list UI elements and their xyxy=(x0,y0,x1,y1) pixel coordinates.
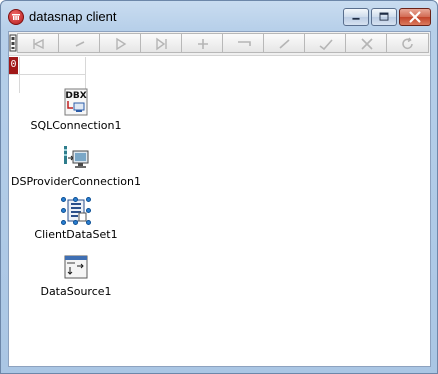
selection-handle[interactable] xyxy=(73,197,78,202)
app-window: datasnap client 0 DBX SQLConnection1 DSP… xyxy=(0,0,438,374)
nav-prior-button[interactable] xyxy=(58,33,101,53)
dbx-connection-icon: DBX xyxy=(61,88,91,116)
maximize-button[interactable] xyxy=(371,8,397,26)
component-dsproviderconnection[interactable]: DSProviderConnection1 xyxy=(11,144,141,188)
window-title: datasnap client xyxy=(29,9,117,24)
component-label: DataSource1 xyxy=(40,285,112,298)
component-datasource[interactable]: DataSource1 xyxy=(11,254,141,298)
close-icon xyxy=(409,11,421,23)
component-sqlconnection[interactable]: DBX SQLConnection1 xyxy=(11,88,141,132)
next-icon xyxy=(116,37,127,51)
component-clientdataset[interactable]: ClientDataSet1 xyxy=(11,197,141,241)
selection-handle[interactable] xyxy=(61,197,66,202)
maximize-icon xyxy=(379,12,389,21)
nav-insert-button[interactable] xyxy=(181,33,224,53)
nav-refresh-button[interactable] xyxy=(386,33,429,53)
component-label: DSProviderConnection1 xyxy=(11,175,141,188)
selection-handle[interactable] xyxy=(86,220,91,225)
datasource-icon xyxy=(61,254,91,282)
selection-handle[interactable] xyxy=(61,208,66,213)
minimize-button[interactable] xyxy=(343,8,369,26)
grid-cell[interactable]: 0 xyxy=(9,57,18,74)
edit-icon xyxy=(279,39,290,49)
first-icon xyxy=(33,38,44,50)
refresh-icon xyxy=(402,37,413,50)
form-client-area: 0 DBX SQLConnection1 DSProviderConnectio… xyxy=(8,31,431,367)
caption-buttons xyxy=(343,8,431,27)
title-bar[interactable]: datasnap client xyxy=(1,1,437,31)
nav-post-button[interactable] xyxy=(304,33,347,53)
ds-provider-connection-icon xyxy=(61,144,91,172)
db-navigator xyxy=(9,32,430,56)
selection-handle[interactable] xyxy=(86,197,91,202)
last-icon xyxy=(156,37,167,51)
nav-last-button[interactable] xyxy=(140,33,183,53)
nav-cancel-button[interactable] xyxy=(345,33,388,53)
component-label: SQLConnection1 xyxy=(30,119,122,132)
minimize-icon xyxy=(352,17,360,20)
selection-handle[interactable] xyxy=(73,220,78,225)
client-dataset-icon xyxy=(61,197,91,225)
nav-delete-button[interactable] xyxy=(222,33,265,53)
app-icon[interactable] xyxy=(8,9,24,25)
nav-first-button[interactable] xyxy=(17,33,60,53)
post-icon xyxy=(319,39,333,51)
prior-icon xyxy=(75,41,85,47)
nav-next-button[interactable] xyxy=(99,33,142,53)
selection-handle[interactable] xyxy=(86,208,91,213)
grid-row xyxy=(9,57,85,75)
component-label: ClientDataSet1 xyxy=(34,228,118,241)
selection-handle[interactable] xyxy=(61,220,66,225)
nav-edit-button[interactable] xyxy=(263,33,306,53)
cancel-icon xyxy=(361,38,373,50)
close-button[interactable] xyxy=(399,8,431,26)
insert-icon xyxy=(198,39,208,49)
navigator-grip-icon[interactable] xyxy=(9,33,17,53)
delete-icon xyxy=(238,41,251,46)
dbx-badge: DBX xyxy=(65,91,86,101)
